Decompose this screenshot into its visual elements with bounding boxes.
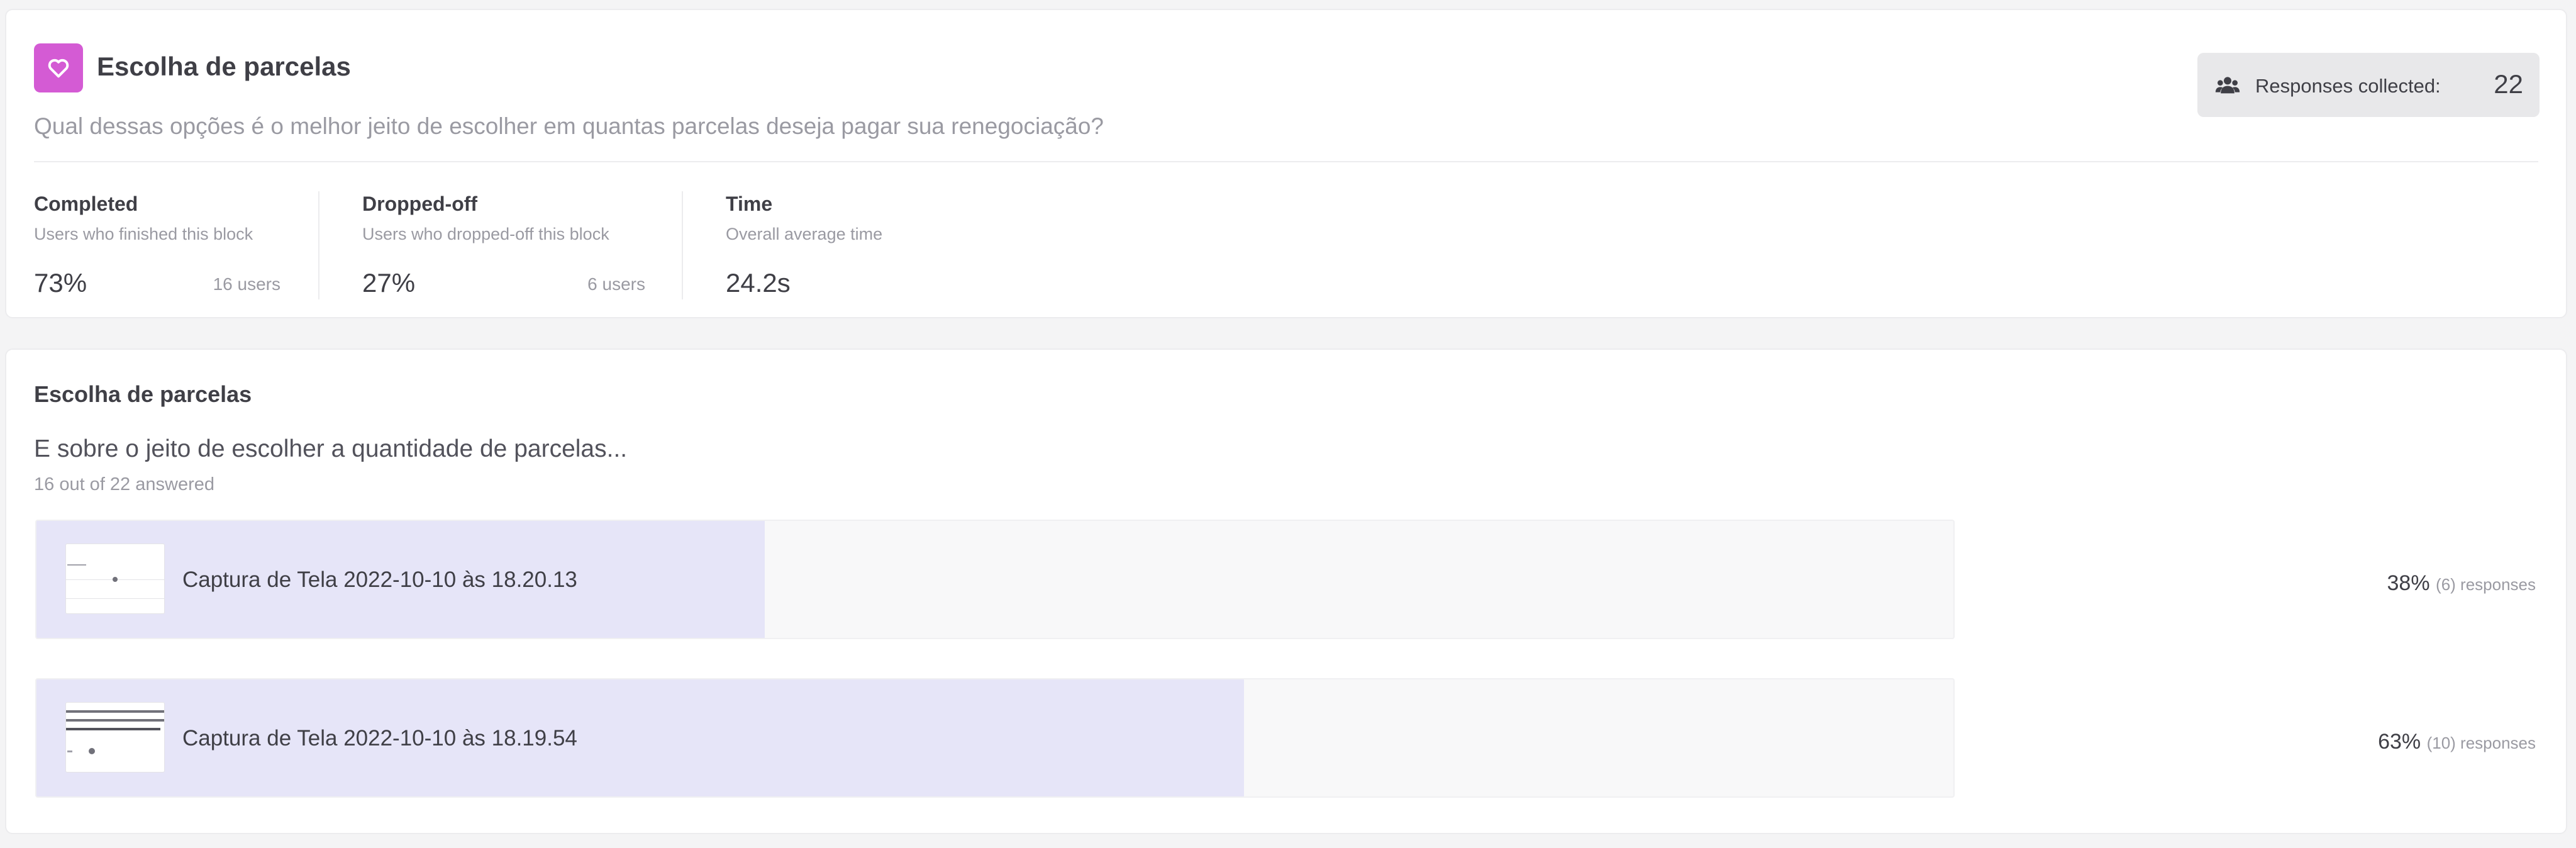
stat-subtitle: Users who finished this block bbox=[34, 225, 253, 243]
stat-title: Time bbox=[726, 192, 773, 215]
divider bbox=[34, 161, 2538, 162]
responses-label: Responses collected: bbox=[2255, 75, 2441, 97]
stat-value: 27% bbox=[362, 268, 416, 298]
heart-icon bbox=[48, 59, 69, 78]
option-responses: (6) responses bbox=[2436, 575, 2536, 594]
stat-value: 73% bbox=[34, 268, 87, 298]
question-block-title: Escolha de parcelas bbox=[34, 381, 252, 407]
responses-collected-badge: Responses collected: 22 bbox=[2197, 53, 2540, 117]
block-type-badge bbox=[34, 43, 83, 92]
users-icon bbox=[2215, 77, 2240, 94]
stat-title: Dropped-off bbox=[362, 192, 478, 215]
option-row[interactable]: Captura de Tela 2022-10-10 às 18.19.54 bbox=[35, 678, 1955, 798]
block-title: Escolha de parcelas bbox=[97, 52, 351, 81]
option-result: 38% (6) responses bbox=[2387, 571, 2536, 596]
option-responses: (10) responses bbox=[2426, 734, 2536, 752]
stat-dropped-off: Dropped-off Users who dropped-off this b… bbox=[362, 192, 645, 299]
stat-title: Completed bbox=[34, 192, 138, 215]
stat-users: 16 users bbox=[213, 274, 280, 294]
option-thumbnail bbox=[65, 702, 165, 773]
responses-count: 22 bbox=[2494, 69, 2523, 99]
option-percent: 38% bbox=[2387, 571, 2430, 595]
stat-completed: Completed Users who finished this block … bbox=[34, 192, 280, 299]
option-label: Captura de Tela 2022-10-10 às 18.20.13 bbox=[182, 567, 577, 592]
stat-subtitle: Overall average time bbox=[726, 225, 883, 243]
option-result: 63% (10) responses bbox=[2378, 730, 2536, 754]
stat-subtitle: Users who dropped-off this block bbox=[362, 225, 609, 243]
question-text: E sobre o jeito de escolher a quantidade… bbox=[34, 435, 628, 462]
question-results-card: Escolha de parcelas E sobre o jeito de e… bbox=[5, 349, 2567, 834]
option-thumbnail bbox=[65, 544, 165, 614]
option-label: Captura de Tela 2022-10-10 às 18.19.54 bbox=[182, 726, 577, 750]
stat-users: 6 users bbox=[587, 274, 645, 294]
option-percent: 63% bbox=[2378, 730, 2421, 754]
stat-divider bbox=[318, 191, 319, 299]
answered-count: 16 out of 22 answered bbox=[34, 474, 214, 494]
block-description: Qual dessas opções é o melhor jeito de e… bbox=[34, 113, 1104, 139]
option-row[interactable]: Captura de Tela 2022-10-10 às 18.20.13 bbox=[35, 520, 1955, 639]
block-overview-card: Escolha de parcelas Qual dessas opções é… bbox=[5, 9, 2567, 318]
stat-divider bbox=[682, 191, 683, 299]
stat-value: 24.2s bbox=[726, 268, 791, 298]
stat-time: Time Overall average time 24.2s bbox=[726, 192, 1009, 299]
